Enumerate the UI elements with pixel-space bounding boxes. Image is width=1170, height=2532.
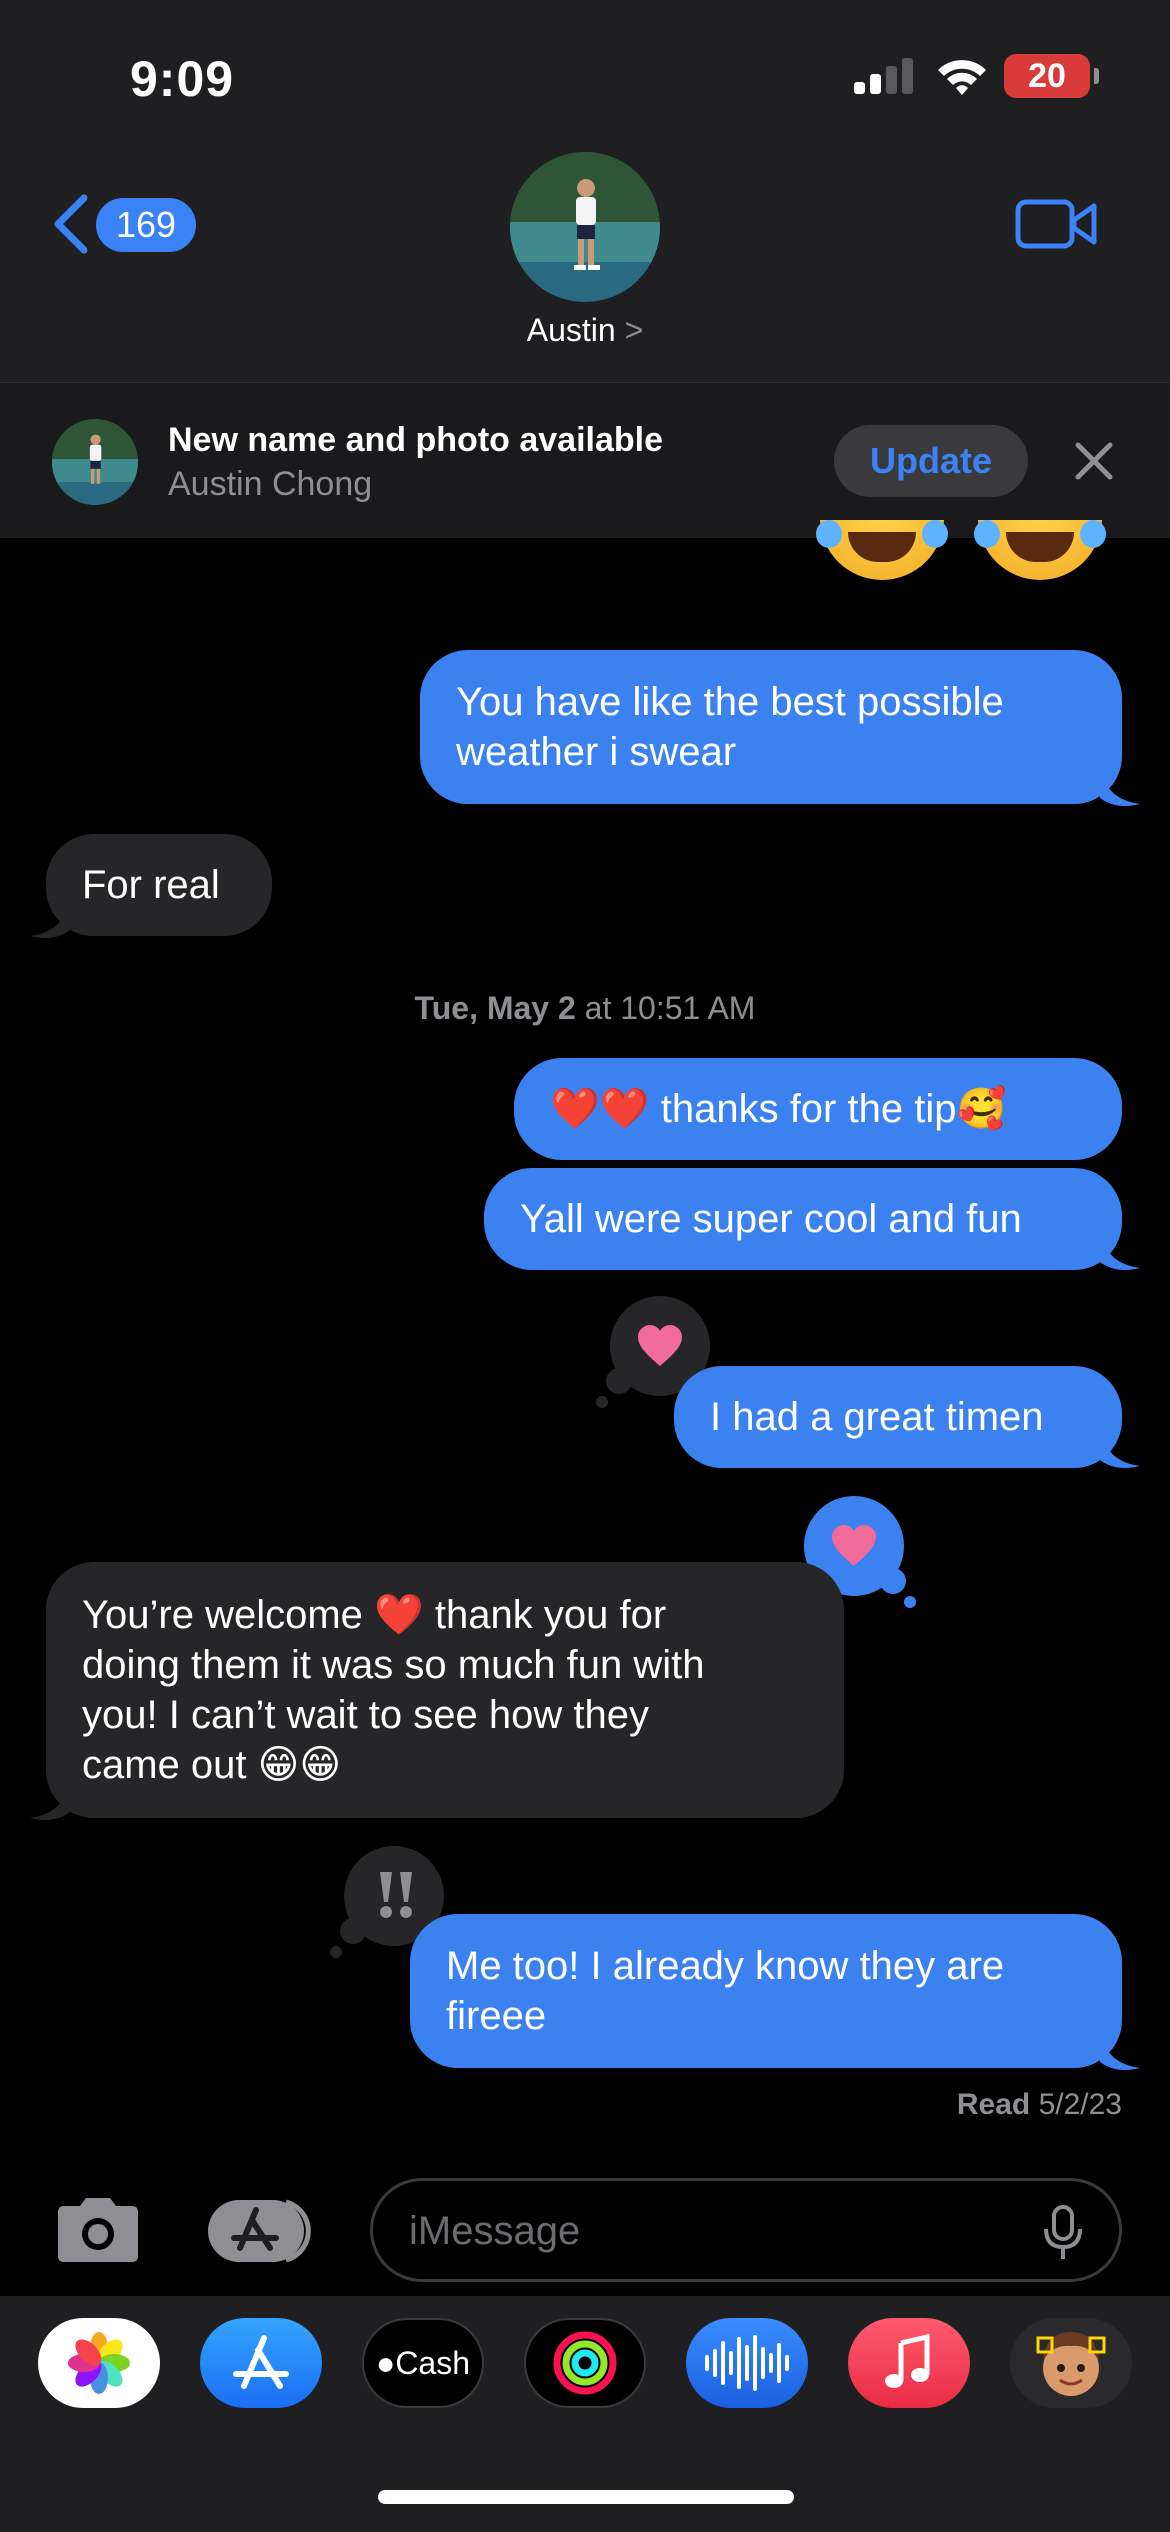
heart-icon xyxy=(832,1525,876,1566)
app-store-apps-icon[interactable] xyxy=(208,2196,318,2266)
timestamp: Tue, May 2 at 10:51 AM xyxy=(0,990,1170,1027)
message-bubble-incoming[interactable]: For real xyxy=(46,834,272,936)
microphone-icon[interactable] xyxy=(1043,2205,1083,2261)
bubble-tail xyxy=(1100,770,1140,806)
music-note-icon xyxy=(885,2333,930,2388)
message-line: weather i swear xyxy=(456,730,737,774)
bubble-tail xyxy=(1100,1234,1140,1270)
contact-avatar[interactable] xyxy=(510,152,660,302)
apple-logo-icon: ● xyxy=(375,2344,396,2381)
message-line: Yall were super cool and fun xyxy=(520,1197,1022,1241)
cash-label: Cash xyxy=(395,2344,471,2381)
tears-of-joy-icon xyxy=(974,520,1106,580)
banner-avatar xyxy=(52,419,138,505)
message-line: fireee xyxy=(446,1994,547,2038)
memoji-icon[interactable] xyxy=(1010,2318,1132,2408)
name-photo-update-banner: New name and photo available Austin Chon… xyxy=(0,382,1170,538)
home-indicator[interactable] xyxy=(378,2490,794,2504)
contact-photo-icon xyxy=(510,152,660,302)
photos-flower-icon xyxy=(68,2332,130,2394)
status-time: 9:09 xyxy=(130,51,235,107)
message-bubble-outgoing[interactable]: ❤️❤️ thanks for the tip🥰 xyxy=(514,1058,1122,1160)
bubble-tail xyxy=(1100,1432,1140,1468)
contact-name-button[interactable]: Austin > xyxy=(0,312,1170,349)
close-icon[interactable] xyxy=(1068,435,1120,487)
unread-count-badge: 169 xyxy=(96,198,196,252)
message-line: Me too! I already know they are xyxy=(446,1944,1005,1988)
banner-title: New name and photo available xyxy=(168,421,664,459)
wifi-icon xyxy=(938,60,986,95)
message-text: You have like the best possible weather … xyxy=(456,677,1004,777)
back-button[interactable]: 169 xyxy=(48,186,208,262)
chevron-left-icon xyxy=(54,194,88,254)
message-text: Me too! I already know they are fireee xyxy=(446,1941,1004,2041)
photos-app-icon[interactable] xyxy=(38,2318,160,2408)
message-line: doing them it was so much fun with xyxy=(82,1643,705,1687)
message-text: You’re welcome ❤️ thank you for doing th… xyxy=(82,1590,705,1790)
activity-icon[interactable] xyxy=(524,2318,646,2408)
camera-icon[interactable] xyxy=(52,2194,144,2266)
audio-message-icon[interactable] xyxy=(686,2318,808,2408)
laughing-emoji-message xyxy=(810,520,1130,600)
message-line: You’re welcome ❤️ thank you for xyxy=(82,1593,667,1637)
contact-name: Austin xyxy=(526,312,616,348)
bubble-tail xyxy=(30,902,70,938)
conversation-header: 9:09 20 169 Austin > xyxy=(0,0,1170,382)
bubble-tail xyxy=(30,1784,70,1820)
heart-icon xyxy=(638,1325,682,1366)
read-receipt: Read 5/2/23 xyxy=(957,2088,1122,2122)
apple-cash-icon[interactable]: ● Cash xyxy=(362,2318,484,2408)
message-line: you! I can’t wait to see how they xyxy=(82,1693,649,1737)
battery-indicator: 20 xyxy=(1004,54,1099,98)
chevron-right-icon: > xyxy=(624,312,644,348)
message-compose-field[interactable] xyxy=(370,2178,1122,2282)
imessage-input[interactable] xyxy=(409,2201,1009,2261)
exclamation-marks-icon xyxy=(380,1872,412,1918)
message-line: came out 😁😁 xyxy=(82,1743,342,1787)
message-line: I had a great timen xyxy=(710,1395,1044,1439)
message-line: For real xyxy=(82,863,220,907)
music-icon[interactable] xyxy=(848,2318,970,2408)
app-store-icon[interactable] xyxy=(200,2318,322,2408)
app-store-a-icon xyxy=(233,2335,289,2389)
update-button[interactable]: Update xyxy=(834,425,1028,497)
cellular-signal-icon xyxy=(854,58,914,94)
message-line: You have like the best possible xyxy=(456,680,1004,724)
banner-subtitle: Austin Chong xyxy=(168,465,373,503)
bubble-tail xyxy=(1100,2034,1140,2070)
message-bubble-outgoing[interactable]: You have like the best possible weather … xyxy=(420,650,1122,804)
memoji-face-icon xyxy=(1036,2332,1106,2396)
facetime-video-icon[interactable] xyxy=(1014,196,1098,252)
message-bubble-incoming[interactable]: You’re welcome ❤️ thank you for doing th… xyxy=(46,1562,844,1818)
timestamp-time: at 10:51 AM xyxy=(584,990,756,1026)
activity-rings-icon xyxy=(553,2331,617,2395)
message-bubble-outgoing[interactable]: I had a great timen xyxy=(674,1366,1122,1468)
timestamp-day: Tue, May 2 xyxy=(414,990,576,1026)
read-date: 5/2/23 xyxy=(1038,2088,1122,2121)
message-line: ❤️❤️ thanks for the tip🥰 xyxy=(550,1087,1007,1131)
message-bubble-outgoing[interactable]: Me too! I already know they are fireee xyxy=(410,1914,1122,2068)
tears-of-joy-icon xyxy=(816,520,948,580)
waveform-icon xyxy=(705,2335,789,2391)
read-label: Read xyxy=(956,2088,1031,2121)
message-bubble-outgoing[interactable]: Yall were super cool and fun xyxy=(484,1168,1122,1270)
contact-photo-icon xyxy=(52,419,138,505)
